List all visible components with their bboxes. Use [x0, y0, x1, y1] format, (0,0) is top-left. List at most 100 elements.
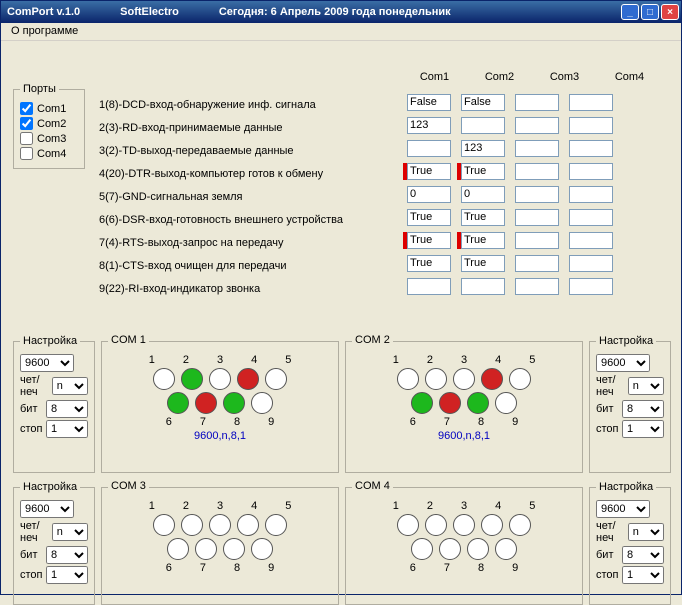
bits-row: бит8	[20, 400, 88, 418]
value-box[interactable]	[461, 117, 505, 134]
value-box[interactable]: 0	[461, 186, 505, 203]
pin-indicator	[251, 538, 273, 560]
value-box[interactable]	[515, 209, 559, 226]
parity-select[interactable]: n	[52, 377, 88, 395]
grid-cell	[457, 117, 505, 134]
pin-indicator	[181, 514, 203, 536]
pin-number: 1	[393, 354, 399, 366]
value-box[interactable]: False	[461, 94, 505, 111]
value-box[interactable]: True	[407, 209, 451, 226]
value-box[interactable]	[569, 163, 613, 180]
value-box[interactable]: True	[407, 163, 451, 180]
baud-select[interactable]: 9600	[20, 354, 74, 372]
grid-cell: True	[457, 255, 505, 272]
pin-indicator	[237, 514, 259, 536]
grid-row: True True	[403, 206, 613, 229]
value-box[interactable]	[515, 278, 559, 295]
value-box[interactable]: True	[461, 232, 505, 249]
pin-row-top	[352, 514, 576, 536]
value-box[interactable]: 0	[407, 186, 451, 203]
port-checkbox-com2[interactable]: Com2	[20, 117, 78, 130]
close-button[interactable]: ×	[661, 4, 679, 20]
stop-select[interactable]: 1	[46, 420, 88, 438]
value-box[interactable]	[407, 140, 451, 157]
bits-select[interactable]: 8	[622, 400, 664, 418]
pin-indicator	[223, 538, 245, 560]
value-box[interactable]	[569, 232, 613, 249]
value-box[interactable]: True	[461, 209, 505, 226]
value-box[interactable]	[461, 278, 505, 295]
parity-select[interactable]: n	[52, 523, 88, 541]
baud-select[interactable]: 9600	[20, 500, 74, 518]
value-box[interactable]	[515, 94, 559, 111]
value-box[interactable]	[515, 232, 559, 249]
pin-indicator	[495, 392, 517, 414]
maximize-button[interactable]: □	[641, 4, 659, 20]
value-box[interactable]: True	[461, 255, 505, 272]
value-box[interactable]	[569, 94, 613, 111]
menu-about[interactable]: О программе	[7, 25, 82, 37]
pin-number: 1	[149, 500, 155, 512]
value-box[interactable]: True	[461, 163, 505, 180]
stop-label: стоп	[596, 569, 619, 581]
value-box[interactable]	[515, 140, 559, 157]
value-box[interactable]: False	[407, 94, 451, 111]
bits-label: бит	[20, 549, 37, 561]
value-box[interactable]	[515, 186, 559, 203]
port-checkbox-com4[interactable]: Com4	[20, 147, 78, 160]
grid-row: 123	[403, 114, 613, 137]
checkbox-com1[interactable]	[20, 102, 33, 115]
com1-group: COM 1 12345 6789 9600,n,8,1	[101, 341, 339, 473]
value-box[interactable]	[407, 278, 451, 295]
value-box[interactable]	[515, 255, 559, 272]
minimize-button[interactable]: _	[621, 4, 639, 20]
baud-select[interactable]: 9600	[596, 500, 650, 518]
value-box[interactable]	[515, 117, 559, 134]
grid-row	[403, 275, 613, 298]
value-box[interactable]: 123	[407, 117, 451, 134]
bits-select[interactable]: 8	[622, 546, 664, 564]
checkbox-com2[interactable]	[20, 117, 33, 130]
checkbox-com4[interactable]	[20, 147, 33, 160]
value-box[interactable]: True	[407, 232, 451, 249]
stop-select[interactable]: 1	[622, 566, 664, 584]
value-box[interactable]	[569, 186, 613, 203]
ports-legend: Порты	[20, 83, 59, 95]
parity-select[interactable]: n	[628, 377, 664, 395]
value-box[interactable]	[569, 255, 613, 272]
value-box[interactable]: True	[407, 255, 451, 272]
baud-select[interactable]: 9600	[596, 354, 650, 372]
bits-row: бит8	[596, 400, 664, 418]
pin-indicator	[411, 392, 433, 414]
stop-select[interactable]: 1	[46, 566, 88, 584]
stop-select[interactable]: 1	[622, 420, 664, 438]
pin-number: 4	[495, 500, 501, 512]
value-box[interactable]	[569, 140, 613, 157]
value-box[interactable]	[569, 209, 613, 226]
bits-select[interactable]: 8	[46, 400, 88, 418]
pin-number: 8	[234, 416, 240, 428]
pin-row-top	[108, 368, 332, 390]
grid-cell: 0	[403, 186, 451, 203]
titlebar: ComPort v.1.0 SoftElectro Сегодня: 6 Апр…	[1, 1, 681, 23]
pin-indicator	[181, 368, 203, 390]
grid-cell: 123	[457, 140, 505, 157]
pin-label: 5(7)-GND-сигнальная земля	[99, 185, 343, 208]
checkbox-com3[interactable]	[20, 132, 33, 145]
pin-label: 3(2)-TD-выход-передаваемые данные	[99, 139, 343, 162]
value-box[interactable]	[569, 117, 613, 134]
stop-row: стоп1	[596, 420, 664, 438]
port-checkbox-com1[interactable]: Com1	[20, 102, 78, 115]
com2-group: COM 2 12345 6789 9600,n,8,1	[345, 341, 583, 473]
parity-row: чет/нечn	[20, 374, 88, 398]
parity-label: чет/неч	[596, 520, 628, 544]
grid-cell: False	[457, 94, 505, 111]
value-box[interactable]: 123	[461, 140, 505, 157]
value-box[interactable]	[569, 278, 613, 295]
bits-select[interactable]: 8	[46, 546, 88, 564]
pin-numbers-top: 12345	[108, 354, 332, 366]
port-checkbox-com3[interactable]: Com3	[20, 132, 78, 145]
menubar: О программе	[1, 23, 681, 41]
parity-select[interactable]: n	[628, 523, 664, 541]
value-box[interactable]	[515, 163, 559, 180]
